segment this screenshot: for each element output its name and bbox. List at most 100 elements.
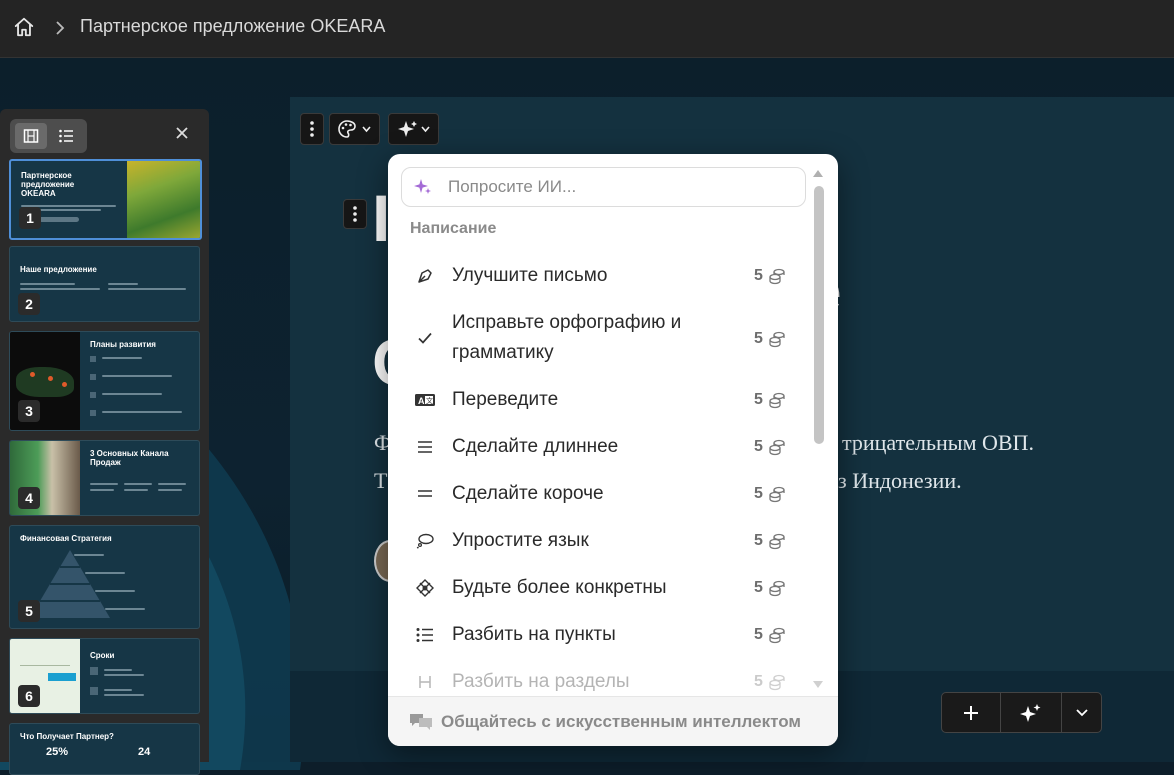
thumbnail-number: 4 [18, 487, 40, 509]
menu-item-split-sections[interactable]: Разбить на разделы 5 [402, 666, 800, 696]
thumbnail-pyramid [30, 550, 110, 618]
ai-prompt-input[interactable] [446, 168, 800, 206]
coins-icon [769, 674, 785, 691]
svg-text:文: 文 [426, 396, 433, 405]
breadcrumb-title[interactable]: Партнерское предложение OKEARA [80, 16, 385, 37]
menu-item-bullet-points[interactable]: Разбить на пункты 5 [402, 619, 800, 651]
block-more-button[interactable] [343, 199, 367, 229]
menu-item-translate[interactable]: A文 Переведите 5 [402, 384, 800, 416]
menu-item-label: Улучшите письмо [452, 265, 608, 286]
section-label-writing: Написание [410, 220, 497, 237]
slide-thumbnail-7[interactable]: Что Получает Партнер? 25% 24 [9, 723, 200, 775]
menu-item-label: Разбить на разделы [452, 671, 630, 692]
list-view-button[interactable] [50, 123, 82, 149]
menu-item-simplify-language[interactable]: Упростите язык 5 [402, 525, 800, 557]
add-card-button-group [941, 692, 1102, 733]
sparkle-icon [1020, 703, 1041, 722]
chevron-down-icon [1075, 708, 1088, 716]
coins-icon [769, 486, 785, 503]
coins-icon [769, 627, 785, 644]
thumbnail-title: Партнерское предложение OKEARA [21, 171, 75, 198]
coins-icon [769, 268, 785, 285]
chevron-right-icon [56, 21, 65, 35]
credit-cost: 5 [754, 485, 763, 502]
menu-item-label: Исправьте орфографию и [452, 312, 682, 333]
credit-cost: 5 [754, 532, 763, 549]
menu-item-be-specific[interactable]: Будьте более конкретны 5 [402, 572, 800, 604]
thumbnail-title: Финансовая Стратегия [20, 534, 112, 543]
lines-long-icon [414, 436, 436, 458]
chat-with-ai-button[interactable]: Общайтесь с искусственным интеллектом [388, 696, 838, 746]
thumbnail-number: 1 [19, 207, 41, 229]
thumbnail-number: 3 [18, 400, 40, 422]
chat-with-ai-label: Общайтесь с искусственным интеллектом [441, 712, 801, 731]
thumbnail-image [127, 161, 200, 238]
lines-short-icon [414, 483, 436, 505]
thumbnail-number: 5 [18, 600, 40, 622]
thumbnail-stat: 25% [46, 746, 69, 758]
slide-body-start-2: Т [374, 468, 388, 493]
slide-body-end-2: з Индонезии. [838, 468, 962, 493]
thumbnail-number: 2 [18, 293, 40, 315]
menu-item-label: Разбить на пункты [452, 624, 616, 645]
speech-bubble-icon [414, 530, 436, 552]
menu-item-label: Сделайте короче [452, 483, 604, 504]
list-icon [59, 129, 73, 143]
vertical-dots-icon [310, 121, 314, 137]
scrollbar-thumb[interactable] [814, 186, 824, 444]
ai-button[interactable] [388, 113, 439, 145]
slide-thumbnail-2[interactable]: Наше предложение 2 [9, 246, 200, 322]
thumbnail-title: Сроки [90, 651, 115, 660]
slide-thumbnail-4[interactable]: 3 Основных Канала Продаж 4 [9, 440, 200, 516]
target-icon [414, 577, 436, 599]
ai-prompt-field[interactable] [401, 167, 806, 207]
translate-icon: A文 [414, 389, 436, 411]
credit-cost: 5 [754, 391, 763, 408]
plus-icon [964, 705, 978, 720]
add-card-options-button[interactable] [1062, 693, 1101, 732]
menu-item-make-longer[interactable]: Сделайте длиннее 5 [402, 431, 800, 463]
top-bar: Партнерское предложение OKEARA [0, 0, 1174, 58]
thumbnail-title: Планы развития [90, 340, 156, 349]
coins-icon [769, 331, 785, 348]
menu-item-improve-writing[interactable]: Улучшите письмо 5 [402, 260, 800, 292]
slide-body-end-1: трицательным ОВП. [842, 430, 1034, 455]
thumbnail-stat: 24 [138, 746, 151, 758]
chat-bubbles-icon [410, 714, 432, 730]
pen-nib-icon [414, 265, 436, 287]
ai-menu-popup: Написание Улучшите письмо 5 Исправьте ор… [388, 154, 838, 746]
menu-item-fix-spelling[interactable]: Исправьте орфографию и грамматику 5 [402, 308, 800, 370]
slide-thumbnail-1[interactable]: Партнерское предложение OKEARA 1 [9, 159, 202, 240]
slide-more-button[interactable] [300, 113, 324, 145]
menu-item-label: Переведите [452, 389, 559, 410]
sparkle-icon [397, 121, 430, 137]
coins-icon [769, 392, 785, 409]
thumbnail-title: Что Получает Партнер? [20, 732, 114, 741]
coins-icon [769, 439, 785, 456]
grid-view-button[interactable] [15, 123, 47, 149]
menu-item-label: Будьте более конкретны [452, 577, 667, 598]
theme-button[interactable] [329, 113, 380, 145]
menu-item-label: Сделайте длиннее [452, 436, 619, 457]
credit-cost: 5 [754, 579, 763, 596]
svg-text:A: A [418, 396, 425, 406]
scroll-up-icon[interactable] [812, 168, 824, 178]
menu-item-label: Упростите язык [452, 530, 589, 551]
scroll-down-icon[interactable] [812, 680, 824, 690]
credit-cost: 5 [754, 438, 763, 455]
credit-cost: 5 [754, 330, 763, 347]
close-panel-icon[interactable] [173, 124, 191, 142]
credit-cost: 5 [754, 626, 763, 643]
thumbnail-number: 6 [18, 685, 40, 707]
slide-thumbnail-6[interactable]: Сроки 6 [9, 638, 200, 714]
add-card-button[interactable] [942, 693, 1000, 732]
slide-thumbnail-3[interactable]: Планы развития 3 [9, 331, 200, 431]
slide-thumbnail-5[interactable]: Финансовая Стратегия 5 [9, 525, 200, 629]
sparkle-icon [414, 179, 431, 194]
menu-item-make-shorter[interactable]: Сделайте короче 5 [402, 478, 800, 510]
credit-cost: 5 [754, 673, 763, 690]
ai-add-card-button[interactable] [1001, 693, 1061, 732]
home-icon[interactable] [13, 16, 35, 38]
bullet-list-icon [414, 624, 436, 646]
coins-icon [769, 533, 785, 550]
